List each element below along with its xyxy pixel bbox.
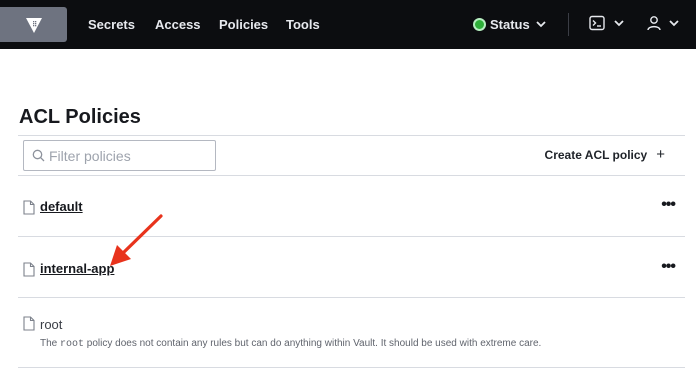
file-icon [23,316,35,331]
nav-link-secrets[interactable]: Secrets [88,17,135,32]
filter-policies-input[interactable] [49,143,209,168]
nav-divider [568,13,569,36]
plus-icon: + [656,146,665,163]
create-acl-policy-label: Create ACL policy [544,148,648,162]
status-label: Status [490,16,530,32]
chevron-down-icon [669,19,679,26]
create-acl-policy-button[interactable]: Create ACL policy + [544,146,665,163]
nav-link-tools[interactable]: Tools [286,17,320,32]
description-suffix: policy does not contain any rules but ca… [84,338,542,349]
nav-link-access[interactable]: Access [155,17,201,32]
chevron-down-icon [536,20,546,27]
description-code: root [60,339,85,350]
top-navigation: Secrets Access Policies Tools Status [0,0,696,49]
nav-link-policies[interactable]: Policies [219,17,268,32]
file-icon [23,200,35,215]
terminal-icon [589,15,605,31]
vault-logo[interactable] [0,7,67,42]
annotation-arrow-icon [110,214,163,266]
console-menu[interactable] [589,15,624,31]
filter-field [23,140,216,171]
user-icon [647,16,661,31]
policy-name-root: root [40,317,63,332]
description-prefix: The [40,338,61,349]
policy-link-default[interactable]: default [40,199,83,214]
more-actions-button[interactable]: ••• [661,258,676,276]
status-ok-icon [473,17,486,31]
chevron-down-icon [614,19,624,26]
policies-toolbar: Create ACL policy + [18,135,685,176]
page-title: ACL Policies [19,106,141,128]
status-menu[interactable]: Status [473,14,546,34]
search-icon [32,149,45,162]
policy-row-root: root The root policy does not contain an… [18,298,685,368]
user-menu[interactable] [646,15,679,31]
vault-logo-icon [25,17,42,33]
file-icon [23,262,35,277]
root-policy-description: The root policy does not contain any rul… [40,338,541,350]
more-actions-button[interactable]: ••• [661,196,676,214]
